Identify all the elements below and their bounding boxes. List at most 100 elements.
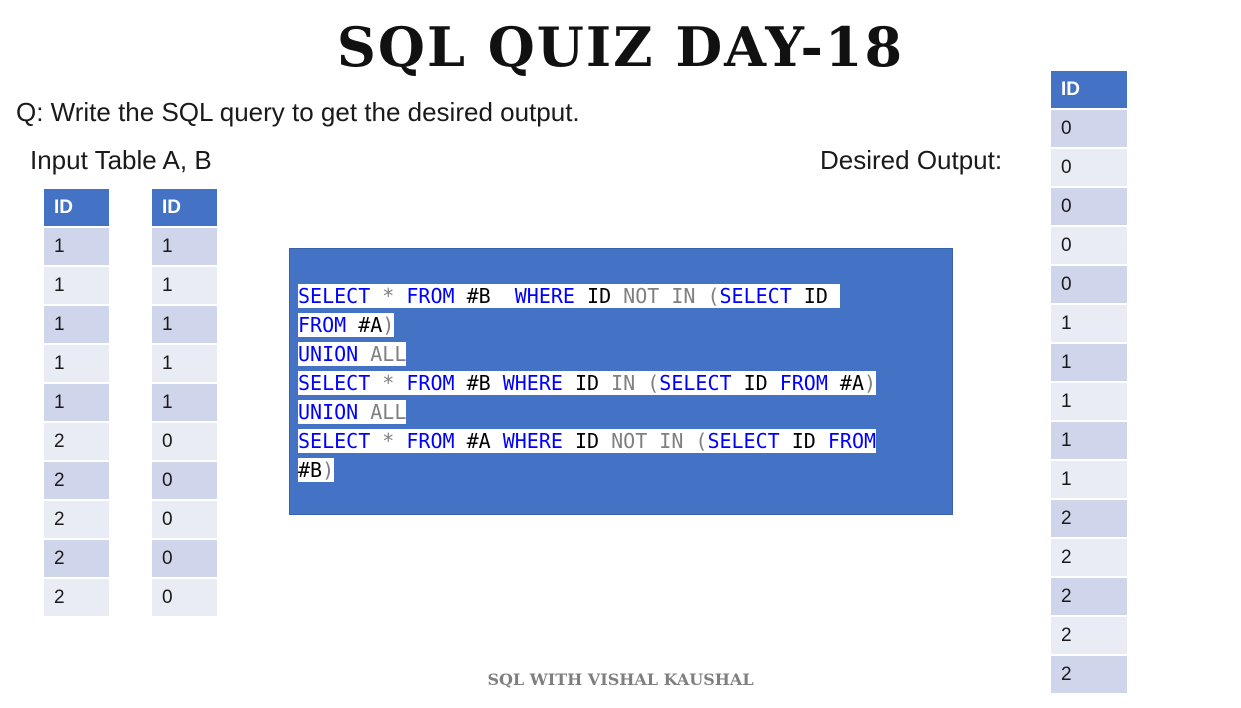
- table-row: 2: [44, 539, 109, 579]
- footer-credit: SQL WITH VISHAL KAUSHAL: [487, 670, 754, 689]
- table-row: 1: [1051, 304, 1127, 344]
- desired-output-table: ID 000001111122222: [1051, 71, 1127, 695]
- table-row: 1: [1051, 343, 1127, 383]
- code-token: #B: [454, 371, 503, 395]
- table-cell: 0: [152, 578, 217, 618]
- table-cell: 1: [1051, 460, 1127, 500]
- code-token: FROM: [827, 429, 877, 453]
- table-cell: 0: [1051, 265, 1127, 305]
- table-row: 2: [44, 500, 109, 540]
- code-line: UNION ALL: [298, 340, 876, 369]
- table-header: ID: [1051, 71, 1127, 110]
- table-cell: 1: [152, 305, 217, 345]
- table-row: 1: [44, 266, 109, 306]
- code-token: #B: [454, 284, 515, 308]
- code-token: SELECT: [298, 429, 371, 453]
- table-cell: 2: [1051, 499, 1127, 539]
- code-token: WHERE: [502, 429, 563, 453]
- code-token: FROM: [406, 284, 455, 308]
- table-cell: 0: [152, 539, 217, 579]
- code-token: FROM: [406, 429, 455, 453]
- table-cell: 1: [1051, 304, 1127, 344]
- input-table-a: ID 1111122222: [44, 189, 109, 618]
- table-row: 2: [1051, 577, 1127, 617]
- table-cell: 1: [1051, 382, 1127, 422]
- table-cell: 1: [1051, 421, 1127, 461]
- table-cell: 0: [152, 461, 217, 501]
- code-token: WHERE: [514, 284, 575, 308]
- table-cell: 2: [44, 500, 109, 540]
- code-token: #A: [346, 313, 383, 337]
- code-token: ID: [574, 284, 624, 308]
- code-line: FROM #A): [298, 311, 876, 340]
- table-row: 0: [152, 578, 217, 618]
- table-cell: 1: [152, 266, 217, 306]
- table-row: 1: [1051, 421, 1127, 461]
- table-row: 1: [44, 383, 109, 423]
- table-row: 2: [1051, 499, 1127, 539]
- table-cell: 0: [1051, 187, 1127, 227]
- table-row: 0: [1051, 226, 1127, 266]
- table-row: 2: [44, 461, 109, 501]
- table-cell: 1: [44, 383, 109, 423]
- code-token: #A: [827, 371, 864, 395]
- table-cell: 1: [152, 227, 217, 267]
- code-line: UNION ALL: [298, 398, 876, 427]
- table-cell: 1: [44, 227, 109, 267]
- table-row: 0: [152, 539, 217, 579]
- sql-code-block: SELECT * FROM #B WHERE ID NOT IN (SELECT…: [298, 282, 877, 485]
- question-text: Q: Write the SQL query to get the desire…: [16, 97, 580, 127]
- table-cell: 1: [1051, 343, 1127, 383]
- table-cell: 0: [1051, 109, 1127, 149]
- desired-output-label: Desired Output:: [820, 145, 1003, 175]
- table-cell: 2: [44, 461, 109, 501]
- code-token: WHERE: [502, 371, 563, 395]
- code-token: ID: [791, 284, 840, 308]
- code-token: UNION: [298, 342, 359, 366]
- code-token: #A: [454, 429, 503, 453]
- code-token: ): [864, 371, 877, 395]
- code-line: SELECT * FROM #A WHERE ID NOT IN (SELECT…: [298, 427, 877, 456]
- table-row: 0: [1051, 265, 1127, 305]
- table-cell: 0: [152, 422, 217, 462]
- code-token: ID: [562, 429, 612, 453]
- table-cell: 2: [1051, 538, 1127, 578]
- code-token: ID: [731, 371, 780, 395]
- table-row: 1: [152, 383, 217, 423]
- code-token: ): [322, 458, 335, 482]
- table-cell: 1: [44, 305, 109, 345]
- table-row: 1: [1051, 460, 1127, 500]
- code-token: SELECT: [659, 371, 732, 395]
- code-token: SELECT: [719, 284, 792, 308]
- code-token: SELECT: [707, 429, 780, 453]
- table-cell: 1: [44, 344, 109, 384]
- table-row: 0: [152, 500, 217, 540]
- table-row: 1: [152, 266, 217, 306]
- table-row: 1: [152, 227, 217, 267]
- code-token: FROM: [298, 313, 347, 337]
- code-line: SELECT * FROM #B WHERE ID NOT IN (SELECT…: [298, 282, 876, 311]
- table-row: 2: [44, 578, 109, 618]
- table-cell: 0: [1051, 148, 1127, 188]
- table-row: 2: [1051, 616, 1127, 656]
- code-line: #B): [298, 456, 876, 485]
- code-token: ): [382, 313, 395, 337]
- table-row: 1: [152, 344, 217, 384]
- table-cell: 0: [152, 500, 217, 540]
- table-row: 1: [44, 305, 109, 345]
- code-token: IN (: [611, 371, 660, 395]
- table-row: 0: [152, 422, 217, 462]
- code-token: *: [370, 429, 407, 453]
- table-cell: 2: [1051, 577, 1127, 617]
- table-cell: 0: [1051, 226, 1127, 266]
- code-token: SELECT: [298, 284, 371, 308]
- table-header: ID: [152, 189, 217, 228]
- table-row: 2: [44, 422, 109, 462]
- input-tables-label: Input Table A, B: [30, 145, 212, 175]
- code-token: *: [370, 284, 407, 308]
- table-row: 2: [1051, 538, 1127, 578]
- code-line: SELECT * FROM #B WHERE ID IN (SELECT ID …: [298, 369, 877, 398]
- table-row: 0: [1051, 148, 1127, 188]
- table-cell: 1: [44, 266, 109, 306]
- table-row: 0: [152, 461, 217, 501]
